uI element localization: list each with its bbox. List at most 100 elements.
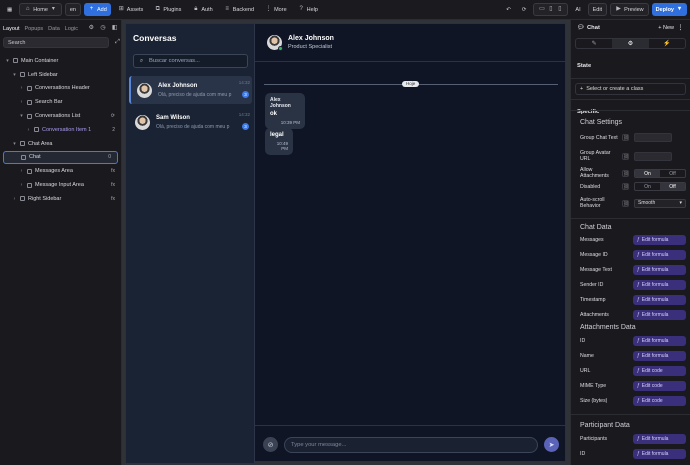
setting-select[interactable]: Smooth ▾ <box>634 198 686 208</box>
help-button[interactable]: ? Help <box>294 3 322 16</box>
setting-toggle[interactable]: On Off <box>634 182 686 191</box>
layer-item[interactable]: ▾ Chat Area <box>0 137 121 151</box>
edit-formula-button[interactable]: ƒ Edit formula <box>633 336 686 346</box>
edit-formula-button[interactable]: ƒ Edit formula <box>633 351 686 361</box>
tab-logic[interactable]: Logic <box>65 26 78 32</box>
edit-formula-button[interactable]: ƒ Edit formula <box>633 295 686 305</box>
layer-item[interactable]: › Search Bar <box>0 95 121 109</box>
assets-icon: ⊞ <box>118 6 124 12</box>
specific-section[interactable]: Specific <box>571 104 690 120</box>
edit-formula-label: Edit formula <box>641 282 669 288</box>
layer-item[interactable]: › Conversation Item 1 2 <box>0 123 121 137</box>
bind-icon[interactable]: ⛓ <box>622 152 629 160</box>
chevron-icon[interactable]: › <box>26 127 31 133</box>
tab-popups[interactable]: Popups <box>25 26 44 32</box>
divider <box>571 78 690 79</box>
device-switcher[interactable]: ▭ ▯ ▯ <box>533 3 569 16</box>
tab-data[interactable]: Data <box>48 26 60 32</box>
chevron-icon[interactable]: › <box>19 182 24 188</box>
edit-formula-button[interactable]: ƒ Edit formula <box>633 310 686 320</box>
new-button[interactable]: + New <box>658 25 674 31</box>
conversation-item[interactable]: Sam Wilson Olá, preciso de ajuda com meu … <box>129 108 252 136</box>
layer-item[interactable]: › Messages Area fx <box>0 164 121 178</box>
expand-icon[interactable]: ⤢ <box>114 39 121 46</box>
setting-input[interactable] <box>634 133 672 142</box>
edit-formula-button[interactable]: ƒ Edit formula <box>633 265 686 275</box>
collapse-icon[interactable]: ◧ <box>111 25 118 32</box>
attachment-icon[interactable]: ⊘ <box>263 437 278 452</box>
layer-item[interactable]: › Right Sidebar fx <box>0 192 121 206</box>
select-value: Smooth <box>638 200 656 206</box>
plugins-button[interactable]: ⧉ Plugins <box>150 3 185 16</box>
layer-item[interactable]: ▾ Main Container <box>0 54 121 68</box>
layer-badge: fx <box>111 182 115 189</box>
chevron-icon[interactable]: › <box>12 196 17 202</box>
conversations-search-input[interactable]: ⌕ Buscar conversas... <box>133 54 248 68</box>
toggle-on[interactable]: On <box>635 183 660 190</box>
edit-formula-button[interactable]: ƒ Edit formula <box>633 235 686 245</box>
style-tab-icon[interactable]: ✎ <box>576 39 612 48</box>
settings-tab-icon[interactable]: ⚙ <box>612 39 649 48</box>
conversation-item[interactable]: Alex Johnson Olá, preciso de ajuda com me… <box>129 76 252 104</box>
message-input[interactable]: Type your message... <box>284 436 538 453</box>
auth-button[interactable]: 🔒︎ Auth <box>188 3 216 16</box>
class-selector[interactable]: + Select or create a class <box>575 83 686 95</box>
tab-layout[interactable]: Layout <box>3 26 20 32</box>
edit-formula-button[interactable]: ƒ Edit formula <box>633 434 686 444</box>
edit-formula-button[interactable]: ƒ Edit code <box>633 381 686 391</box>
chevron-icon[interactable]: ▾ <box>5 58 10 64</box>
edit-formula-button[interactable]: ƒ Edit formula <box>633 449 686 459</box>
setting-toggle[interactable]: On Off <box>634 168 686 178</box>
layer-item[interactable]: › Conversations Header <box>0 82 121 96</box>
language-selector[interactable]: en <box>64 3 81 16</box>
desktop-icon[interactable]: ▭ <box>538 6 545 13</box>
page-selector[interactable]: ⌂ Home ▾ <box>19 3 62 16</box>
settings-icon[interactable]: ⚙ <box>88 25 95 32</box>
chevron-icon[interactable]: › <box>19 85 24 91</box>
edit-formula-label: Edit formula <box>641 237 669 243</box>
tablet-icon[interactable]: ▯ <box>547 6 554 13</box>
bind-icon[interactable]: ⛓ <box>622 199 629 207</box>
layer-item[interactable]: Chat 0 <box>3 150 118 165</box>
deploy-button[interactable]: Deploy ▾ <box>651 3 687 16</box>
layer-item[interactable]: › Message Input Area fx <box>0 178 121 192</box>
refresh-icon[interactable]: ⟳ <box>518 3 531 16</box>
more-button[interactable]: ⋮ More <box>261 3 291 16</box>
bind-icon[interactable]: ⛓ <box>622 169 629 177</box>
backend-button[interactable]: ≡ Backend <box>220 3 258 16</box>
edit-button[interactable]: Edit <box>587 3 608 16</box>
chevron-icon[interactable]: ▾ <box>12 141 17 147</box>
edit-formula-button[interactable]: ƒ Edit formula <box>633 250 686 260</box>
layer-item[interactable]: ▾ Left Sidebar <box>0 68 121 82</box>
toggle-off[interactable]: Off <box>660 170 685 177</box>
bind-icon[interactable]: ⛓ <box>622 134 629 141</box>
toggle-on[interactable]: On <box>635 169 660 177</box>
edit-formula-button[interactable]: ƒ Edit code <box>633 396 686 406</box>
preview-button[interactable]: ▶ Preview <box>610 3 649 16</box>
chevron-icon[interactable]: › <box>19 168 24 174</box>
bind-icon[interactable]: ⛓ <box>622 183 629 190</box>
ai-button[interactable]: AI <box>571 3 584 16</box>
mobile-icon[interactable]: ▯ <box>556 6 563 13</box>
state-section[interactable]: State <box>571 58 690 74</box>
workflow-tab-icon[interactable]: ⚡ <box>649 39 685 48</box>
add-button[interactable]: + Add <box>84 3 111 16</box>
chevron-icon[interactable]: ▾ <box>19 113 24 119</box>
setting-input[interactable] <box>634 151 672 161</box>
edit-formula-button[interactable]: ƒ Edit code <box>633 366 686 376</box>
layer-search-input[interactable]: Search <box>3 37 109 48</box>
send-icon[interactable]: ➤ <box>544 437 559 452</box>
assets-button[interactable]: ⊞ Assets <box>114 3 148 16</box>
formula-icon: ƒ <box>637 252 640 258</box>
layer-item[interactable]: ▾ Conversations List ⟳ <box>0 109 121 123</box>
toggle-off[interactable]: Off <box>660 183 685 190</box>
more-icon[interactable]: ⋮ <box>677 25 684 32</box>
history-icon[interactable]: ◷ <box>100 25 107 32</box>
edit-formula-button[interactable]: ƒ Edit formula <box>633 280 686 290</box>
chevron-down-icon: ▾ <box>51 6 55 12</box>
chevron-icon[interactable]: › <box>19 99 24 105</box>
element-icon <box>20 196 25 202</box>
chevron-icon[interactable]: ▾ <box>12 72 17 78</box>
grid-menu-icon[interactable]: ▦ <box>3 3 16 16</box>
undo-icon[interactable]: ↶ <box>502 3 515 16</box>
